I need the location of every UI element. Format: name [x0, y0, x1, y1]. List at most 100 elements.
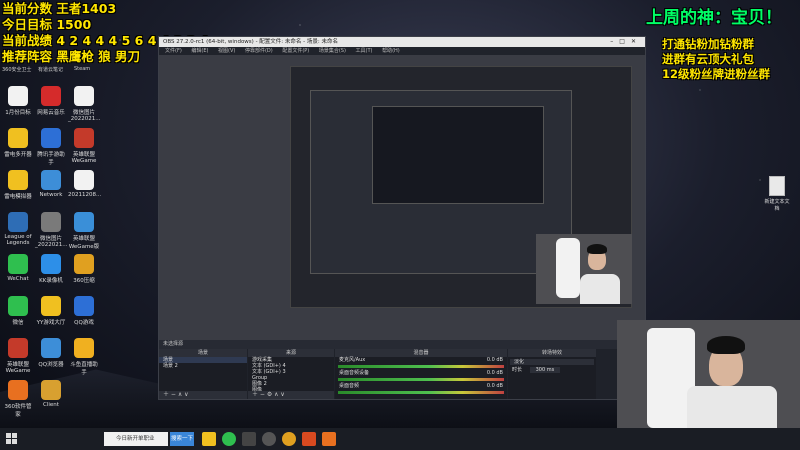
desktop-app-icon — [41, 170, 61, 190]
menu-scene-collection[interactable]: 场景集合(S) — [319, 48, 346, 54]
overlay-group-1: 打通钻粉加钻粉群 — [662, 37, 754, 51]
duration-input[interactable]: 300 ms — [529, 367, 561, 373]
wechat-icon[interactable] — [222, 432, 236, 446]
desktop-icon-label: YY游戏大厅 — [36, 320, 66, 326]
desktop-icon-label: QQ游戏 — [74, 320, 94, 326]
desktop-doc-icon[interactable]: 新建文本文档 — [763, 176, 791, 212]
desktop-icon[interactable]: 斗鱼直播助手 — [68, 338, 100, 376]
obs-title: OBS 27.2.0-rc1 (64-bit, windows) - 配置文件:… — [163, 39, 338, 45]
obs-menu-bar: 文件(F) 编辑(E) 视图(V) 停靠部件(D) 配置文件(P) 场景集合(S… — [159, 47, 645, 55]
desktop-icon[interactable]: 微信图片_2022021... — [35, 212, 68, 248]
webcam-small — [536, 234, 632, 304]
desktop-icon-label: 微信图片_2022021... — [68, 110, 101, 122]
desktop-icon[interactable]: Network — [35, 170, 67, 198]
desktop-app-icon — [8, 128, 28, 148]
mixer-header: 混音器 — [335, 349, 507, 357]
desktop-icon[interactable]: 英雄联盟WeGame — [68, 128, 100, 164]
taskbar-search-input[interactable]: 今日新开单职业 — [104, 432, 168, 446]
desktop-icon[interactable]: 360压缩 — [68, 254, 100, 284]
douyu-icon[interactable] — [302, 432, 316, 446]
menu-file[interactable]: 文件(F) — [165, 48, 182, 54]
overlay-group-2: 进群有云顶大礼包 — [662, 52, 754, 66]
desktop-icon-label: 20211208... — [68, 192, 102, 198]
transitions-header: 转场特效 — [508, 349, 596, 357]
mixer-channel-name: 桌面音频 — [339, 383, 360, 389]
desktop-icon[interactable]: KK录像机 — [35, 254, 67, 284]
desktop-icon[interactable]: 网易云音乐 — [35, 86, 67, 116]
desktop-doc-label: 新建文本文档 — [764, 199, 790, 212]
desktop-app-icon — [8, 212, 28, 232]
menu-tools[interactable]: 工具(T) — [356, 48, 373, 54]
shirt — [687, 386, 777, 428]
desktop-app-icon — [41, 128, 61, 148]
mixer-channel-db: 0.0 dB — [486, 370, 503, 376]
scenes-toolbar[interactable]: ＋ − ∧ ∨ — [159, 391, 247, 399]
menu-view[interactable]: 视图(V) — [218, 48, 235, 54]
desktop-icon-label: 英雄联盟WeGame — [5, 362, 31, 374]
app-icon[interactable] — [322, 432, 336, 446]
desktop-app-icon — [74, 212, 94, 232]
desktop-icon[interactable]: QQ游戏 — [68, 296, 100, 326]
menu-edit[interactable]: 编辑(E) — [191, 48, 208, 54]
mixer-channel-name: 桌面音频设备 — [339, 370, 370, 376]
desktop-icon-label: KK录像机 — [39, 278, 63, 284]
taskbar-search-button[interactable]: 搜索一下 — [170, 432, 194, 446]
desktop-icon[interactable]: 英雄联盟WeGame — [2, 338, 34, 374]
duration-row: 时长 300 ms — [508, 367, 596, 373]
hair — [587, 244, 607, 254]
desktop-icon[interactable]: YY游戏大厅 — [35, 296, 67, 326]
desktop-icon-label: 斗鱼直播助手 — [70, 362, 98, 376]
scenes-header: 场景 — [159, 349, 247, 357]
window-controls[interactable]: –□✕ — [610, 37, 642, 47]
desktop-app-icon — [41, 86, 61, 106]
desktop-app-icon — [74, 86, 94, 106]
desktop-icon[interactable]: QQ浏览器 — [35, 338, 67, 368]
audio-meter — [338, 391, 504, 394]
menu-docks[interactable]: 停靠部件(D) — [245, 48, 273, 54]
obs-icon[interactable] — [262, 432, 276, 446]
scenes-dock: 场景 场景 2 ＋ − ∧ ∨ — [159, 357, 247, 399]
menu-profile[interactable]: 配置文件(P) — [282, 48, 309, 54]
folder-icon[interactable] — [202, 432, 216, 446]
source-selection-label: 未选择源 — [159, 340, 645, 349]
browser-icon[interactable] — [282, 432, 296, 446]
sources-toolbar[interactable]: ＋ − ⚙ ∧ ∨ — [248, 391, 334, 399]
duration-label: 时长 — [512, 367, 523, 373]
mixer-channel-db: 0.0 dB — [486, 383, 503, 389]
app-icon[interactable] — [242, 432, 256, 446]
menu-help[interactable]: 帮助(H) — [382, 48, 400, 54]
webcam-large — [617, 320, 800, 428]
desktop-icon[interactable]: Client — [35, 380, 67, 408]
transition-select[interactable]: 淡化 — [510, 359, 594, 365]
obs-docks: 未选择源 场景 场景 场景 2 ＋ − ∧ ∨ 来源 游戏采集 文本 (GDI+… — [159, 340, 645, 399]
desktop-icon-label: 网易云音乐 — [37, 110, 65, 116]
desktop-app-icon — [8, 338, 28, 358]
windows-start-icon[interactable] — [6, 433, 17, 444]
desktop-app-icon — [74, 170, 94, 190]
screen: { "overlay": { "score_line": "当前分数 王者140… — [0, 0, 800, 450]
desktop-icon[interactable]: 360软件管家 — [2, 380, 34, 418]
desktop-icon[interactable]: 20211208... — [68, 170, 102, 198]
desktop-icon[interactable]: 英雄联盟WeGame版 — [68, 212, 100, 250]
overlay-lineup: 推荐阵容 黑鹰枪 狼 男刀 — [2, 49, 141, 64]
desktop-icon-label: 雷电多开器 — [4, 152, 32, 158]
desktop-app-icon — [8, 86, 28, 106]
mixer-channel: 麦克风/Aux 0.0 dB — [335, 357, 507, 363]
desktop-app-icon — [74, 254, 94, 274]
desktop-app-icon — [41, 296, 61, 316]
desktop-app-icon — [8, 170, 28, 190]
desktop-icon[interactable]: 雷电模拟器 — [2, 170, 34, 200]
desktop-icon-label: 微信图片_2022021... — [35, 236, 68, 248]
scene-item[interactable]: 场景 2 — [159, 363, 247, 369]
desktop-icon[interactable]: 微信 — [2, 296, 34, 326]
desktop-icon[interactable]: 腾讯手游助手 — [35, 128, 67, 166]
desktop-icon-label: 360软件管家 — [4, 404, 32, 418]
text-document-icon — [769, 176, 785, 196]
desktop-icon[interactable]: League of Legends — [2, 212, 34, 246]
desktop-icon[interactable]: WeChat — [2, 254, 34, 282]
desktop-icon[interactable]: 1月份目标 — [2, 86, 34, 116]
desktop-icon[interactable]: 微信图片_2022021... — [68, 86, 101, 122]
obs-title-bar: OBS 27.2.0-rc1 (64-bit, windows) - 配置文件:… — [159, 37, 645, 47]
overlay-score: 当前分数 王者1403 — [2, 1, 117, 16]
desktop-icon[interactable]: 雷电多开器 — [2, 128, 34, 158]
